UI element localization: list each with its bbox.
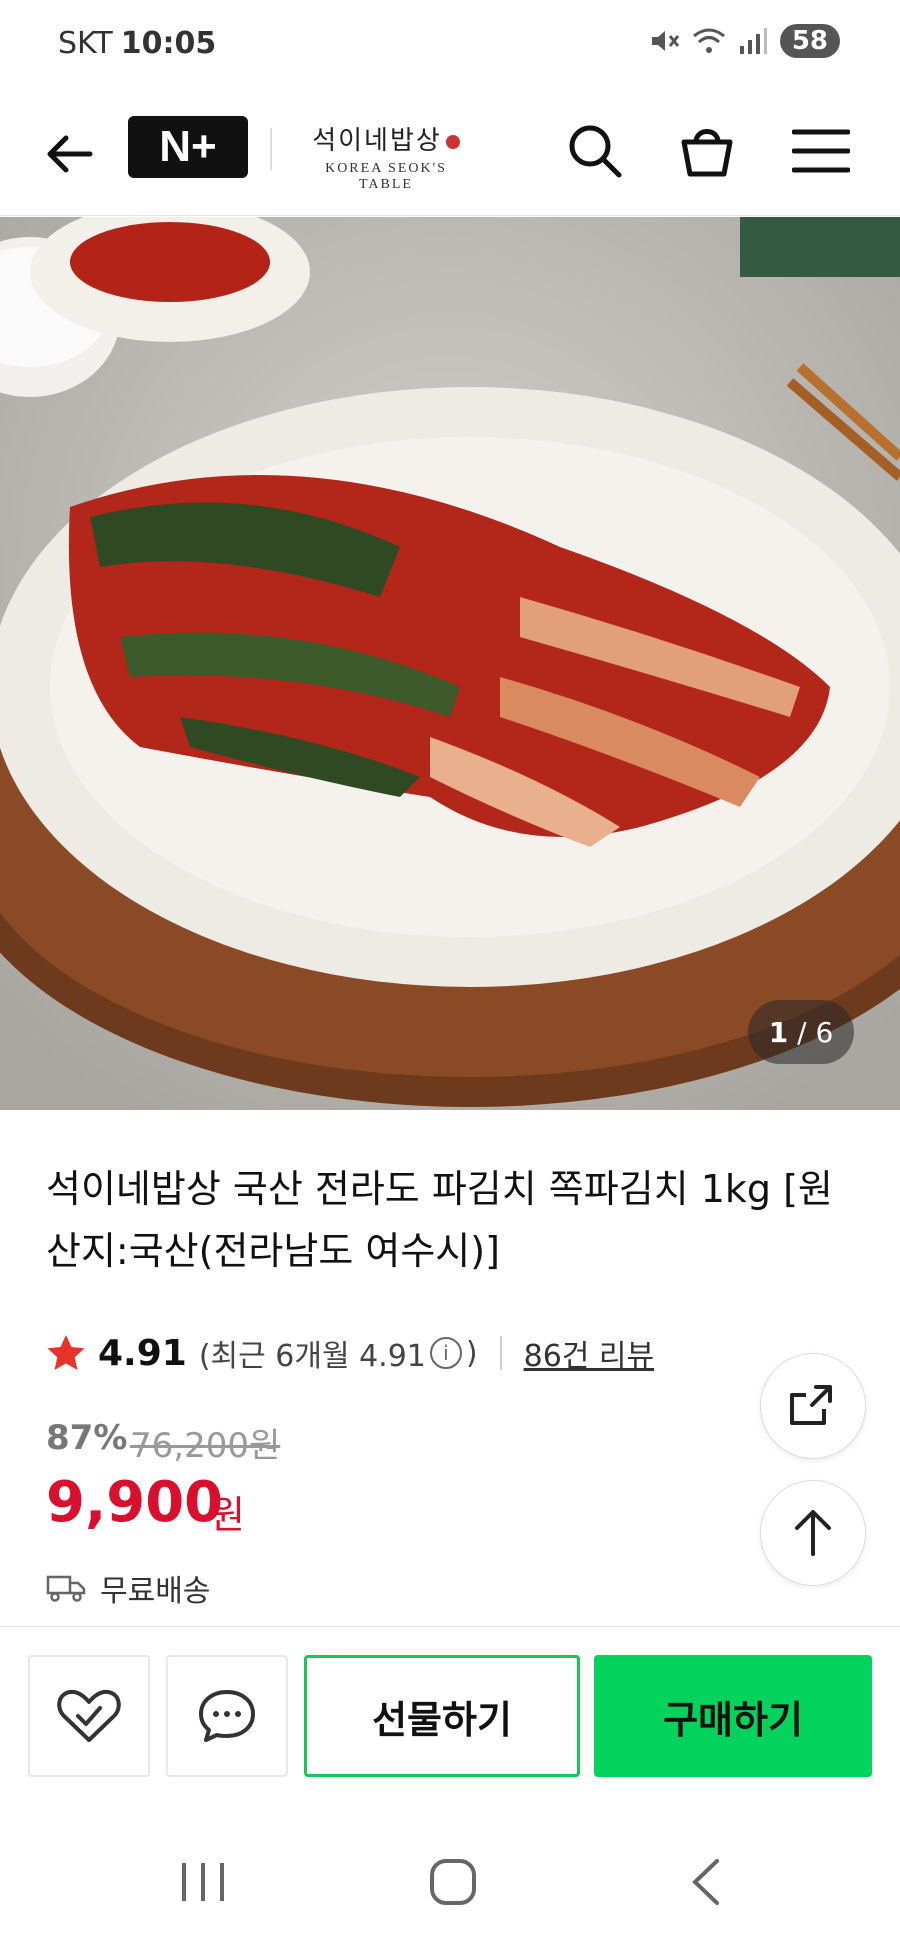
home-icon [430, 1859, 476, 1905]
star-icon [47, 1335, 85, 1370]
cart-icon [681, 129, 733, 177]
chevron-left-icon [692, 1859, 719, 1905]
chat-bubble-icon [199, 1690, 255, 1742]
buy-button[interactable]: 구매하기 [594, 1655, 872, 1777]
gallery-current: 1 [768, 1015, 789, 1049]
system-nav-bar [0, 1800, 900, 1950]
delivery-truck-icon [46, 1575, 86, 1602]
discount-rate: 87% [46, 1418, 128, 1458]
share-icon [790, 1385, 832, 1425]
back-button[interactable] [40, 124, 100, 184]
cart-button[interactable] [672, 116, 742, 186]
menu-button[interactable] [786, 116, 856, 186]
back-arrow-icon [47, 135, 93, 173]
price-unit: 원 [210, 1493, 245, 1537]
status-bar: SKT 10:05 58 [0, 0, 900, 90]
menu-icon [792, 129, 850, 173]
search-icon [569, 125, 622, 178]
nplus-store-logo[interactable]: N+ [128, 116, 248, 178]
carrier-time: SKT 10:05 [58, 26, 216, 61]
info-icon[interactable]: i [429, 1337, 462, 1369]
rating-row: 4.91 (최근 6개월 4.91 i ) 86건 리뷰 [46, 1328, 654, 1378]
gallery-total: / 6 [797, 1015, 834, 1049]
rating-value: 4.91 [98, 1332, 187, 1374]
recent-rating: (최근 6개월 4.91 i ) [199, 1331, 478, 1375]
product-photo [0, 217, 900, 1110]
mute-icon [651, 31, 679, 51]
battery-indicator: 58 [779, 24, 840, 58]
shipping-label: 무료배송 [100, 1574, 211, 1609]
recent-apps-button[interactable] [158, 1842, 248, 1922]
store-name-en: KOREA SEOK'S TABLE [325, 161, 447, 192]
nplus-label: N+ [159, 122, 217, 171]
gallery-page-indicator: 1 / 6 [748, 1000, 854, 1064]
app-header: N+ 석이네밥상 KOREA SEOK'S TABLE [0, 100, 900, 216]
store-brand[interactable]: 석이네밥상 KOREA SEOK'S TABLE [296, 120, 476, 192]
header-divider [270, 128, 272, 170]
wishlist-button[interactable] [28, 1655, 150, 1777]
shipping-info: 무료배송 [46, 1566, 210, 1610]
purchase-action-bar: 선물하기 구매하기 [0, 1626, 900, 1778]
wifi-icon [692, 28, 725, 53]
arrow-up-icon [795, 1510, 831, 1556]
home-button[interactable] [408, 1842, 498, 1922]
review-count-link[interactable]: 86건 리뷰 [524, 1331, 655, 1375]
search-button[interactable] [560, 116, 630, 186]
recent-rating-text: (최근 6개월 4.91 [198, 1339, 426, 1374]
product-title: 석이네밥상 국산 전라도 파김치 쪽파김치 1kg [원산지:국산(전라남도 여… [46, 1167, 833, 1273]
heart-icon [57, 1689, 121, 1742]
recent-apps-icon [182, 1863, 224, 1901]
carrier-label: SKT [58, 26, 113, 61]
brand-seal-icon [445, 135, 460, 149]
sale-price: 9,900 [46, 1470, 224, 1535]
inquiry-button[interactable] [166, 1655, 288, 1777]
store-name-kr: 석이네밥상 [312, 126, 442, 156]
status-icons: 58 [648, 24, 840, 58]
clock: 10:05 [120, 26, 217, 61]
share-button[interactable] [760, 1353, 866, 1459]
product-image[interactable] [0, 217, 900, 1110]
recent-rating-close: ) [465, 1335, 478, 1371]
gift-button[interactable]: 선물하기 [304, 1655, 580, 1777]
system-back-button[interactable] [662, 1842, 752, 1922]
scroll-top-button[interactable] [760, 1480, 866, 1586]
original-price: 76,200원 [130, 1426, 281, 1466]
rating-divider [499, 1336, 502, 1370]
signal-icon [739, 28, 767, 54]
